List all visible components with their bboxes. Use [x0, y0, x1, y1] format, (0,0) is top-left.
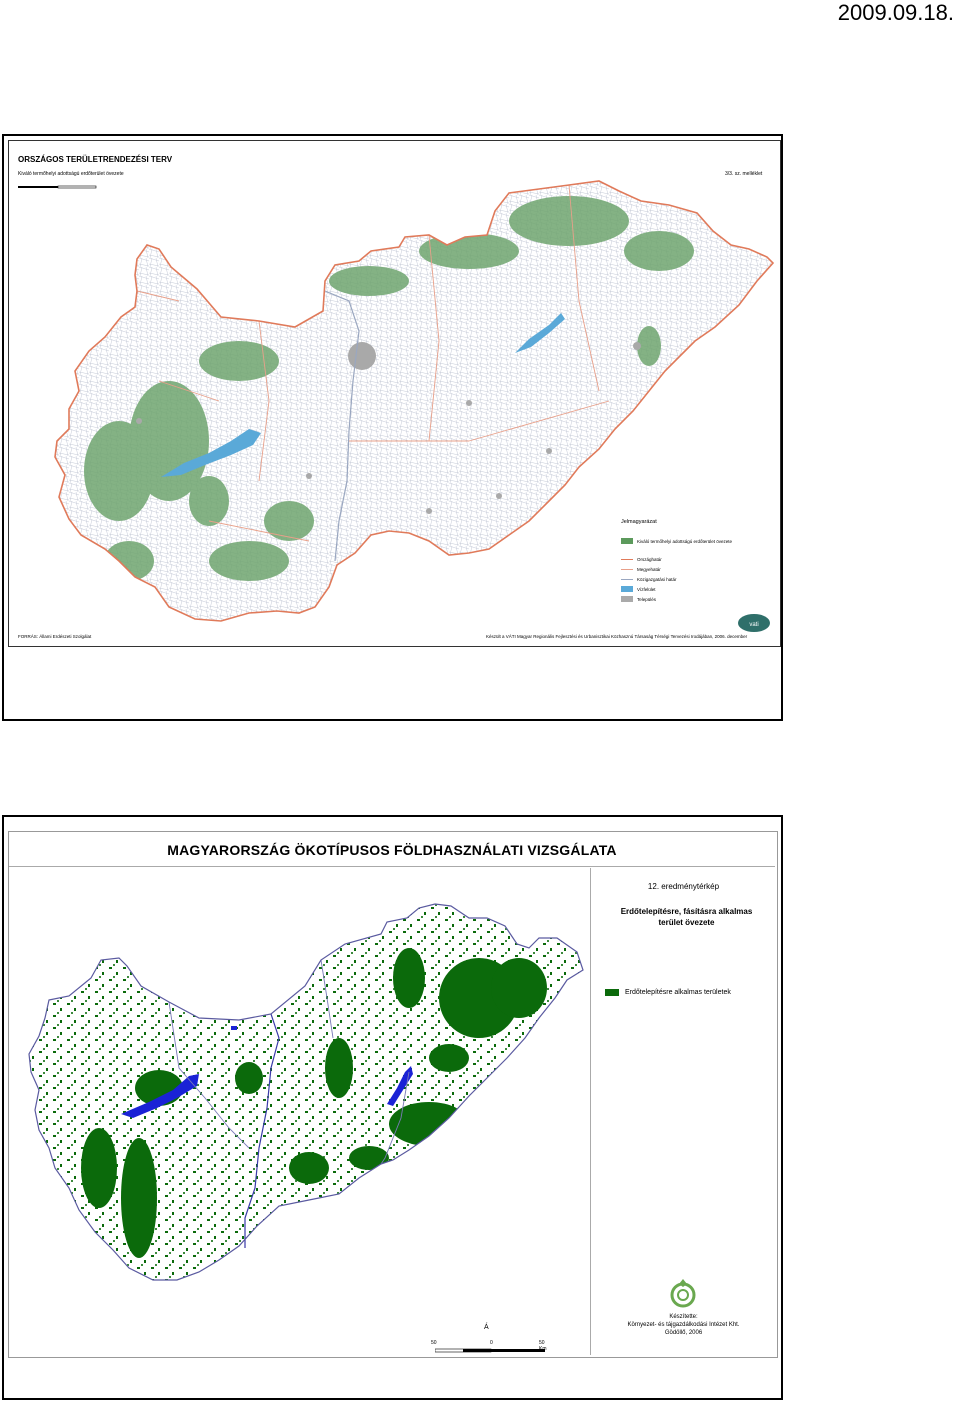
map2-country — [28, 903, 584, 1281]
map2-title: MAGYARORSZÁG ÖKOTÍPUSOS FÖLDHASZNÁLATI V… — [167, 842, 617, 858]
institute-logo-icon — [670, 1279, 696, 1308]
map2-theme: Erdőtelepítésre, fásításra alkalmas terü… — [620, 907, 753, 927]
svg-text:vati: vati — [749, 622, 758, 628]
admin-border-swatch — [621, 578, 633, 580]
water-swatch — [621, 586, 633, 592]
map2-number: 12. eredménytérkép — [647, 882, 720, 891]
map1-legend: Jelmagyarázat Kiváló termőhelyi adottság… — [621, 519, 771, 609]
map2-side-panel: 12. eredménytérkép Erdőtelepítésre, fásí… — [590, 868, 776, 1355]
map2-header: MAGYARORSZÁG ÖKOTÍPUSOS FÖLDHASZNÁLATI V… — [9, 832, 775, 867]
afforestation-map: MAGYARORSZÁG ÖKOTÍPUSOS FÖLDHASZNÁLATI V… — [8, 831, 778, 1358]
legend-item-water: Vízfelület — [621, 585, 656, 593]
legend-item-settlement: Település — [621, 595, 656, 603]
map1-made-by: Készült a VÁTI Magyar Regionális Fejlesz… — [486, 634, 748, 639]
settlement-swatch — [621, 596, 633, 602]
map2-legend-item: Erdőtelepítésre alkalmas területek — [605, 989, 731, 996]
legend-item-forest: Kiváló termőhelyi adottságú erdőterület … — [621, 537, 732, 545]
forest-zone-map: ORSZÁGOS TERÜLETRENDEZÉSI TERV Kiváló te… — [8, 140, 781, 647]
legend-title: Jelmagyarázat — [621, 519, 657, 525]
county-border-swatch — [621, 568, 633, 570]
legend-item-county-border: Megyehatár — [621, 565, 661, 573]
legend-item-admin-border: Közigazgatási határ — [621, 575, 677, 583]
forest-swatch — [621, 538, 633, 544]
afforestation-swatch — [605, 989, 619, 996]
date-label: 2009.09.18. — [837, 0, 954, 25]
country-border-swatch — [621, 558, 633, 560]
slide-1: ORSZÁGOS TERÜLETRENDEZÉSI TERV Kiváló te… — [2, 134, 783, 721]
map2-credits: Készítette: Környezet- és tájgazdálkodás… — [627, 1314, 740, 1336]
north-arrow: Á — [484, 1324, 489, 1331]
legend-item-country-border: Országhatár — [621, 555, 662, 563]
slide-2: MAGYARORSZÁG ÖKOTÍPUSOS FÖLDHASZNÁLATI V… — [2, 815, 783, 1400]
map1-source: FORRÁS: Állami Erdészeti Szolgálat — [18, 634, 92, 639]
